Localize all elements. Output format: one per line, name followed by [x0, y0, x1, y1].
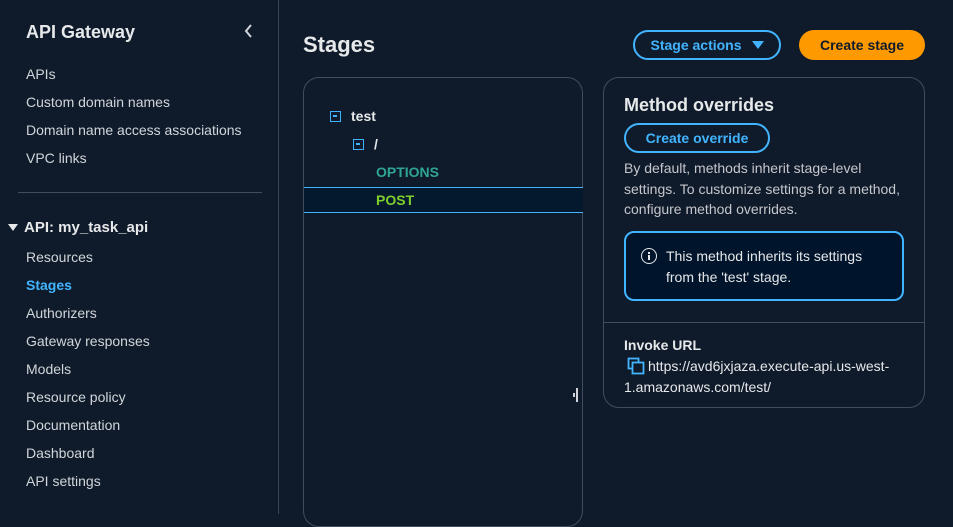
stage-tree-panel [303, 77, 583, 527]
api-section-label: API: my_task_api [24, 219, 149, 236]
tree-node-resource[interactable]: / [353, 136, 378, 152]
caret-down-icon [751, 41, 764, 49]
copy-icon[interactable] [627, 357, 645, 375]
stage-name: test [351, 108, 376, 124]
selected-row-highlight [304, 187, 583, 213]
sidebar-item-resource-policy[interactable]: Resource policy [26, 389, 126, 405]
details-divider [604, 322, 924, 323]
sidebar-item-resources[interactable]: Resources [26, 249, 93, 265]
copy-icon-graphic [627, 357, 645, 375]
info-alert-text: This method inherits its settings from t… [666, 248, 863, 285]
resource-path: / [374, 136, 378, 152]
invoke-url-line1: https://avd6jxjaza.execute-api.us-west- [648, 358, 890, 374]
stage-actions-button[interactable]: Stage actions [633, 30, 781, 60]
method-overrides-title: Method overrides [624, 95, 775, 115]
collapse-icon[interactable] [330, 110, 341, 122]
invoke-url-value[interactable]: https://avd6jxjaza.execute-api.us-west- … [624, 356, 918, 397]
sidebar-item-api-settings[interactable]: API settings [26, 473, 101, 489]
sidebar-item-stages[interactable]: Stages [26, 277, 72, 293]
sidebar-item-dashboard[interactable]: Dashboard [26, 445, 95, 461]
stage-actions-label: Stage actions [650, 37, 742, 53]
method-label: OPTIONS [376, 164, 440, 180]
tree-node-stage[interactable]: test [330, 108, 376, 124]
collapse-icon[interactable] [353, 138, 364, 150]
tree-node-method-options[interactable]: OPTIONS [376, 164, 439, 180]
create-stage-button[interactable]: Create stage [799, 30, 925, 60]
sidebar-item-domain-name-access-associations[interactable]: Domain name access associations [26, 122, 242, 138]
sidebar-item-documentation[interactable]: Documentation [26, 417, 120, 433]
method-label: POST [376, 192, 415, 208]
method-overrides-description: By default, methods inherit stage-level … [624, 160, 900, 217]
sidebar: API Gateway APIs Custom domain names Dom… [0, 0, 279, 514]
page-title: Stages [303, 32, 376, 57]
info-icon [641, 248, 657, 264]
chevron-left-icon [244, 24, 252, 38]
invoke-url-line2: 1.amazonaws.com/test/ [624, 378, 772, 395]
sidebar-title: API Gateway [26, 22, 136, 42]
sidebar-item-authorizers[interactable]: Authorizers [26, 305, 97, 321]
tree-node-method-post[interactable]: POST [376, 192, 414, 208]
panel-resize-handle[interactable] [573, 388, 581, 402]
sidebar-item-models[interactable]: Models [26, 361, 71, 377]
sidebar-item-apis[interactable]: APIs [26, 66, 56, 82]
api-section-toggle[interactable]: API: my_task_api [8, 219, 148, 236]
caret-down-icon [8, 224, 18, 231]
invoke-url-label: Invoke URL [624, 337, 702, 353]
sidebar-item-gateway-responses[interactable]: Gateway responses [26, 333, 150, 349]
sidebar-item-vpc-links[interactable]: VPC links [26, 150, 87, 166]
create-override-button[interactable]: Create override [624, 123, 770, 153]
sidebar-divider [18, 192, 262, 193]
collapse-sidebar-button[interactable] [240, 20, 258, 42]
sidebar-item-custom-domain-names[interactable]: Custom domain names [26, 94, 170, 110]
